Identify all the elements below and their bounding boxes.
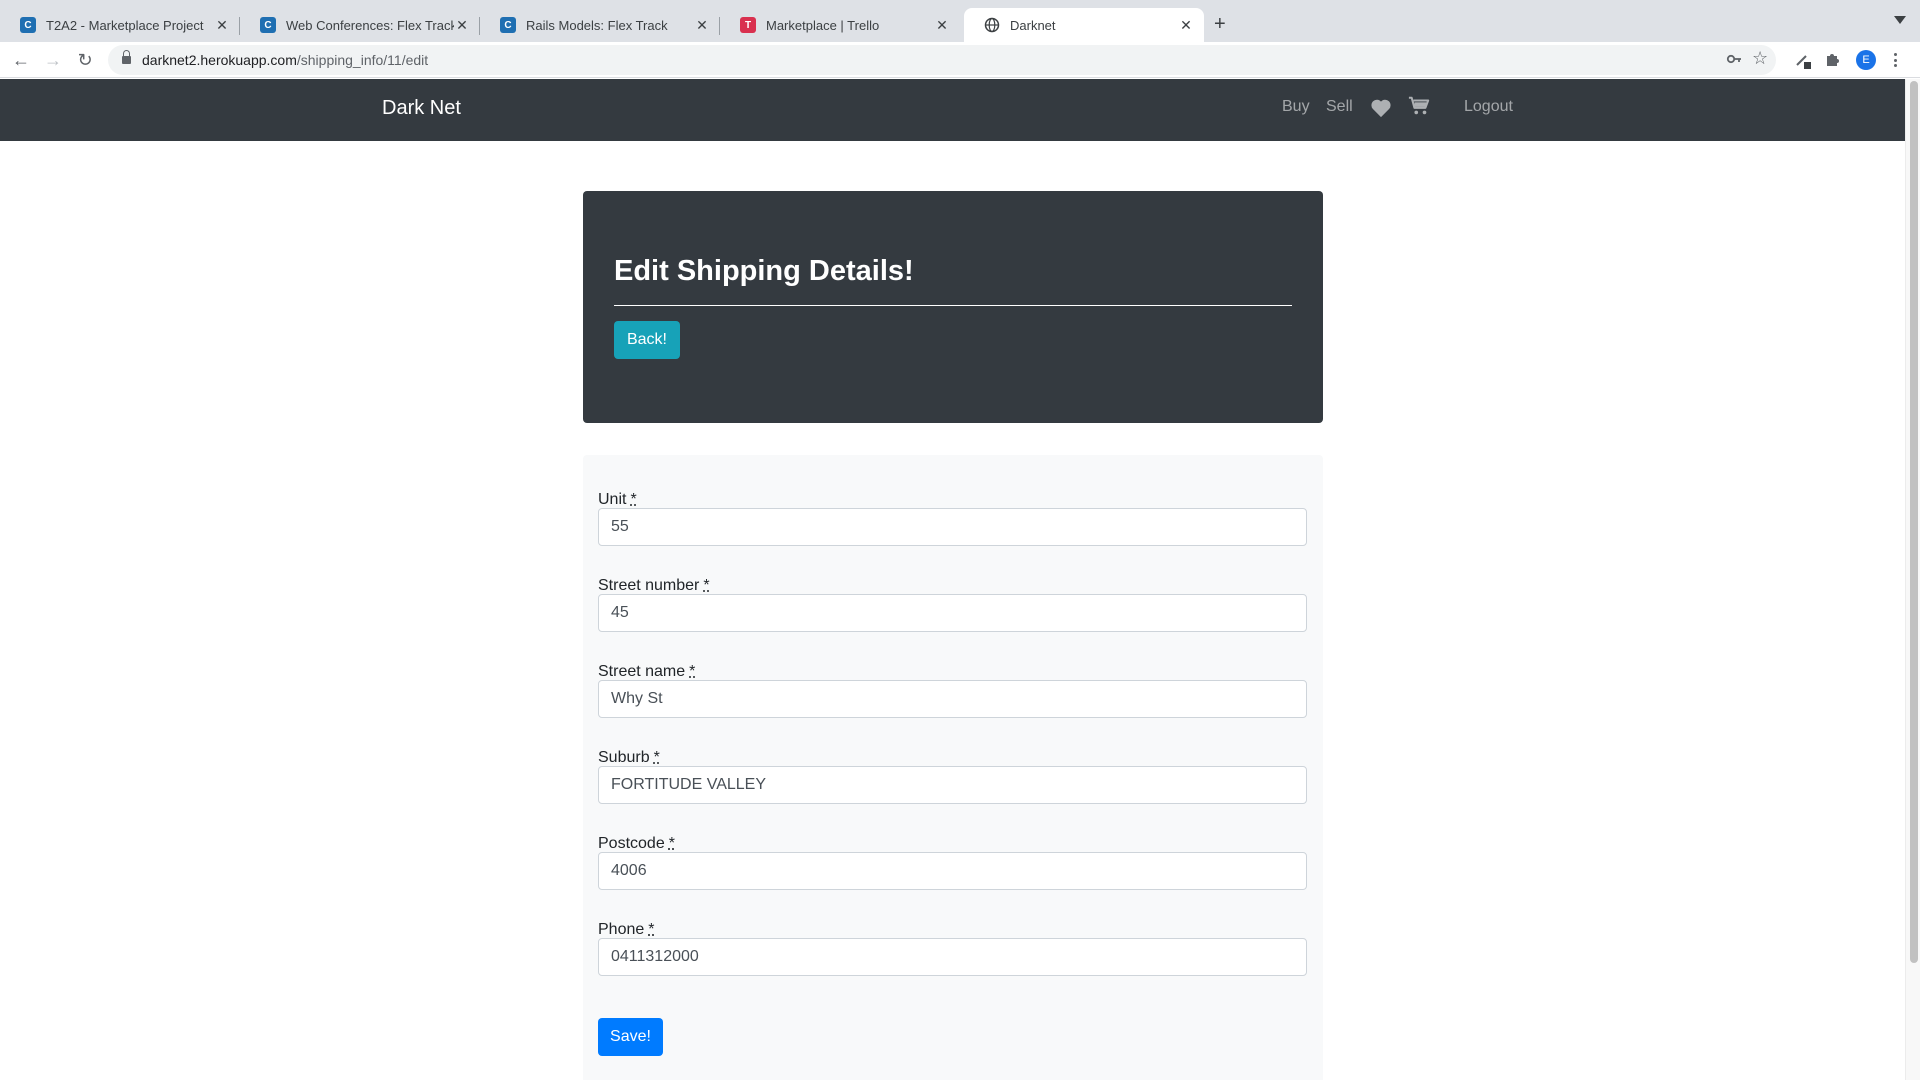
tab-title: Marketplace | Trello xyxy=(766,17,880,33)
browser-menu-icon[interactable] xyxy=(1892,50,1898,70)
tab-title: T2A2 - Marketplace Project xyxy=(46,17,204,33)
close-icon[interactable]: ✕ xyxy=(934,17,950,34)
page-header-jumbotron: Edit Shipping Details! Back! xyxy=(583,191,1323,423)
unit-field[interactable]: 55 xyxy=(598,508,1307,546)
unit-label: Unit * xyxy=(598,491,637,509)
required-marker: * xyxy=(668,835,675,852)
page-title: Edit Shipping Details! xyxy=(614,255,914,287)
globe-icon xyxy=(984,17,1000,33)
shipping-form: Unit * 55 Street number * 45 Street name * … xyxy=(583,455,1323,1080)
back-arrow-icon[interactable]: ← xyxy=(9,48,33,72)
extension-pen-icon[interactable] xyxy=(1794,51,1812,74)
required-marker: * xyxy=(653,749,660,766)
page-viewport: Dark Net Buy Sell Logout Edit Shipping D… xyxy=(0,79,1905,1080)
required-marker: * xyxy=(703,577,710,594)
url-path: /shipping_info/11/edit xyxy=(296,52,429,68)
street-name-label: Street name * xyxy=(598,663,695,681)
page-scrollbar[interactable] xyxy=(1905,79,1920,1080)
required-marker: * xyxy=(689,663,696,680)
phone-field[interactable]: 0411312000 xyxy=(598,938,1307,976)
postcode-label: Postcode * xyxy=(598,835,675,853)
phone-label: Phone * xyxy=(598,921,655,939)
browser-tab[interactable]: C Web Conferences: Flex Track ✕ xyxy=(240,8,480,42)
trello-icon: T xyxy=(740,17,756,33)
star-icon[interactable]: ☆ xyxy=(1752,48,1768,69)
postcode-label-text: Postcode xyxy=(598,835,665,852)
browser-tab[interactable]: C Rails Models: Flex Track ✕ xyxy=(480,8,720,42)
forward-arrow-icon[interactable]: → xyxy=(41,48,65,72)
key-icon[interactable] xyxy=(1726,49,1742,73)
street-name-label-text: Street name xyxy=(598,663,686,680)
browser-tab-strip: C T2A2 - Marketplace Project ✕ C Web Con… xyxy=(0,0,1920,42)
browser-toolbar: ← → ↻ darknet2.herokuapp.com/shipping_in… xyxy=(0,42,1920,78)
back-button[interactable]: Back! xyxy=(614,321,680,359)
nav-buy-link[interactable]: Buy xyxy=(1282,98,1310,116)
unit-label-text: Unit xyxy=(598,491,627,508)
tab-search-icon[interactable] xyxy=(1894,16,1906,24)
lock-icon[interactable] xyxy=(122,50,131,65)
canvas-icon: C xyxy=(20,17,36,33)
required-marker: * xyxy=(648,921,655,938)
address-bar[interactable]: darknet2.herokuapp.com/shipping_info/11/… xyxy=(108,45,1776,75)
browser-tab[interactable]: T Marketplace | Trello ✕ xyxy=(720,8,960,42)
tab-title: Rails Models: Flex Track xyxy=(526,17,668,33)
new-tab-button[interactable]: + xyxy=(1214,12,1226,36)
reload-icon[interactable]: ↻ xyxy=(73,48,97,72)
browser-tab-active[interactable]: Darknet ✕ xyxy=(964,8,1204,42)
close-icon[interactable]: ✕ xyxy=(214,17,230,34)
site-navbar: Dark Net Buy Sell Logout xyxy=(0,79,1905,141)
puzzle-icon[interactable] xyxy=(1825,51,1841,72)
save-button[interactable]: Save! xyxy=(598,1018,663,1056)
brand-link[interactable]: Dark Net xyxy=(382,97,461,120)
browser-tab[interactable]: C T2A2 - Marketplace Project ✕ xyxy=(0,8,240,42)
url-host: darknet2.herokuapp.com xyxy=(142,52,297,68)
required-marker: * xyxy=(630,491,637,508)
suburb-label: Suburb * xyxy=(598,749,660,767)
tab-title: Web Conferences: Flex Track xyxy=(286,17,454,33)
tab-title: Darknet xyxy=(1010,17,1056,33)
street-number-label: Street number * xyxy=(598,577,710,595)
heart-icon[interactable] xyxy=(1370,98,1392,118)
canvas-icon: C xyxy=(260,17,276,33)
profile-avatar[interactable]: E xyxy=(1856,50,1876,70)
street-number-field[interactable]: 45 xyxy=(598,594,1307,632)
phone-label-text: Phone xyxy=(598,921,645,938)
nav-sell-link[interactable]: Sell xyxy=(1326,98,1353,116)
header-divider xyxy=(614,305,1292,306)
canvas-icon: C xyxy=(500,17,516,33)
close-icon[interactable]: ✕ xyxy=(694,17,710,34)
suburb-field[interactable]: FORTITUDE VALLEY xyxy=(598,766,1307,804)
url-text[interactable]: darknet2.herokuapp.com/shipping_info/11/… xyxy=(142,52,428,68)
scrollbar-thumb[interactable] xyxy=(1910,81,1918,963)
postcode-field[interactable]: 4006 xyxy=(598,852,1307,890)
close-icon[interactable]: ✕ xyxy=(1178,17,1194,34)
street-number-label-text: Street number xyxy=(598,577,700,594)
close-icon[interactable]: ✕ xyxy=(454,17,470,34)
suburb-label-text: Suburb xyxy=(598,749,650,766)
cart-icon[interactable] xyxy=(1408,95,1430,117)
street-name-field[interactable]: Why St xyxy=(598,680,1307,718)
nav-logout-link[interactable]: Logout xyxy=(1464,98,1513,116)
